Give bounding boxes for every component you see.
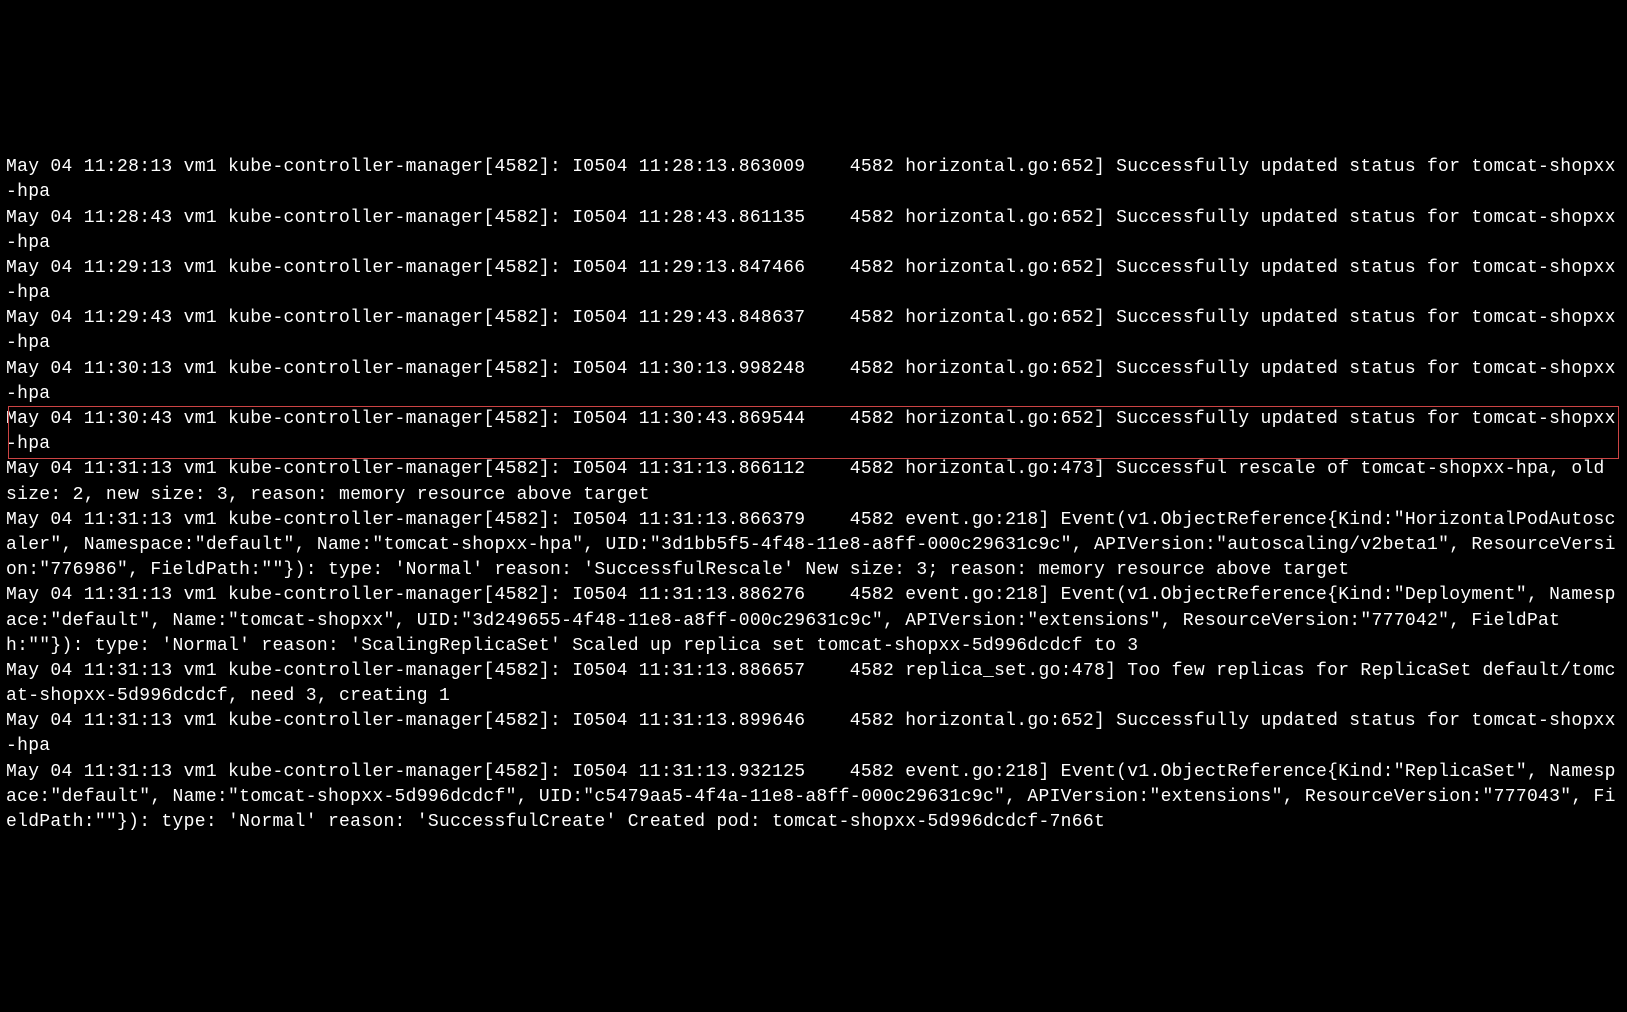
log-line-9: May 04 11:31:13 vm1 kube-controller-mana… [6,659,1621,709]
log-line-11: May 04 11:31:13 vm1 kube-controller-mana… [6,760,1621,836]
terminal-output[interactable]: May 04 11:28:13 vm1 kube-controller-mana… [6,105,1621,886]
log-line-6: May 04 11:31:13 vm1 kube-controller-mana… [6,457,1621,507]
log-lines-container: May 04 11:28:13 vm1 kube-controller-mana… [6,155,1621,835]
log-line-2: May 04 11:29:13 vm1 kube-controller-mana… [6,256,1621,306]
log-line-7: May 04 11:31:13 vm1 kube-controller-mana… [6,508,1621,584]
log-line-5: May 04 11:30:43 vm1 kube-controller-mana… [6,407,1621,457]
log-line-3: May 04 11:29:43 vm1 kube-controller-mana… [6,306,1621,356]
log-line-10: May 04 11:31:13 vm1 kube-controller-mana… [6,709,1621,759]
log-line-1: May 04 11:28:43 vm1 kube-controller-mana… [6,206,1621,256]
log-line-8: May 04 11:31:13 vm1 kube-controller-mana… [6,583,1621,659]
log-line-4: May 04 11:30:13 vm1 kube-controller-mana… [6,357,1621,407]
log-line-0: May 04 11:28:13 vm1 kube-controller-mana… [6,155,1621,205]
